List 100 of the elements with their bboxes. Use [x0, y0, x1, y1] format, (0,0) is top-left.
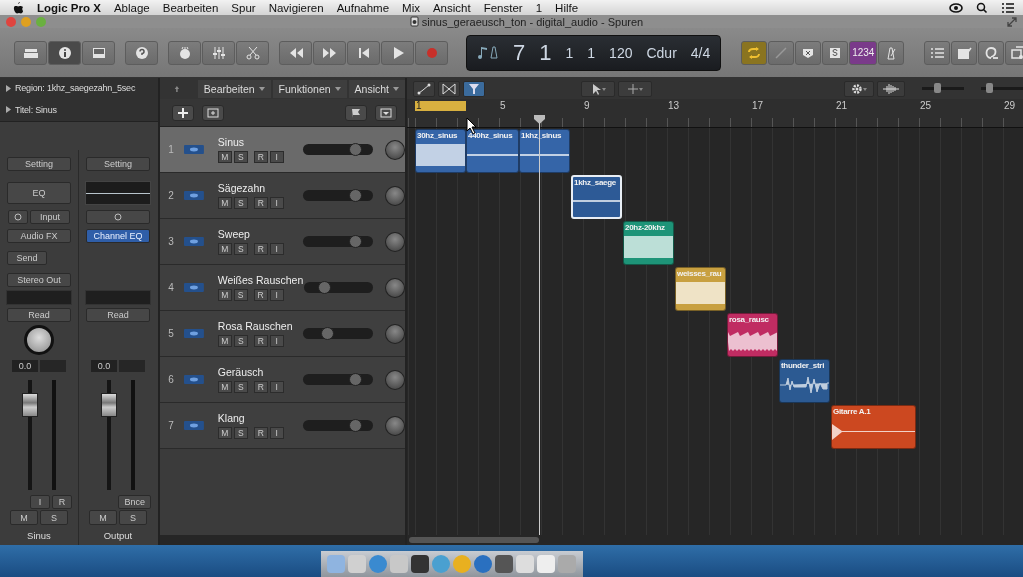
track-button[interactable]: I: [269, 335, 284, 347]
automation-button[interactable]: Read: [7, 307, 71, 322]
rewind-button[interactable]: [279, 40, 312, 65]
track-button[interactable]: R: [253, 381, 268, 393]
track-header[interactable]: 6 Geräusch M S R I: [160, 357, 405, 403]
replace-button[interactable]: [795, 40, 822, 65]
scissors-button[interactable]: [236, 40, 269, 65]
fader-handle[interactable]: [22, 393, 38, 417]
count-in-button[interactable]: 1234: [849, 40, 878, 65]
slider-thumb[interactable]: [934, 83, 941, 93]
app-icon[interactable]: [474, 555, 492, 573]
volume-slider[interactable]: [303, 144, 374, 155]
slider-thumb[interactable]: [349, 143, 363, 156]
track-button[interactable]: S: [233, 243, 248, 255]
apple-menu-icon[interactable]: [12, 1, 24, 14]
strip-button[interactable]: Bnce: [118, 495, 151, 509]
menu-item[interactable]: Hilfe: [555, 1, 579, 14]
audio-region[interactable]: 20hz-20khz: [623, 221, 674, 265]
list-button[interactable]: [924, 40, 951, 65]
cycle-button[interactable]: [741, 40, 768, 65]
menu-item[interactable]: Fenster: [483, 1, 523, 14]
menu-item[interactable]: Aufnahme: [336, 1, 390, 14]
volume-slider[interactable]: [303, 374, 374, 385]
track-button[interactable]: R: [253, 243, 268, 255]
help-button[interactable]: [125, 40, 158, 65]
input-slot[interactable]: Input: [30, 209, 70, 224]
menu-item[interactable]: Ansicht: [432, 1, 471, 14]
track-button[interactable]: S: [233, 427, 248, 439]
start-button[interactable]: [347, 40, 380, 65]
library-button[interactable]: [14, 40, 47, 65]
eq-display[interactable]: [85, 181, 151, 205]
pointer-tool-button[interactable]: [581, 80, 615, 97]
audio-region[interactable]: thunder_stri: [779, 359, 830, 403]
track-button[interactable]: R: [253, 197, 268, 209]
track-header[interactable]: 3 Sweep M S R I: [160, 219, 405, 265]
menu-item[interactable]: Navigieren: [268, 1, 324, 14]
track-header[interactable]: 2 Sägezahn M S R I: [160, 173, 405, 219]
browser-button[interactable]: [1005, 40, 1023, 65]
track-header[interactable]: 5 Rosa Rauschen M S R I: [160, 311, 405, 357]
menu-item[interactable]: Bearbeiten: [162, 1, 219, 14]
track-button[interactable]: R: [253, 335, 268, 347]
strip-button[interactable]: R: [52, 495, 72, 509]
app-icon[interactable]: [495, 555, 513, 573]
inspector-button[interactable]: [48, 40, 81, 65]
app-menu[interactable]: Logic Pro X: [37, 1, 101, 14]
track-header[interactable]: Titel: Sinus: [15, 104, 57, 115]
audio-region[interactable]: rosa_rausc: [727, 313, 778, 357]
track-button[interactable]: M: [217, 381, 232, 393]
strip-button[interactable]: I: [30, 495, 50, 509]
forward-button[interactable]: [313, 40, 346, 65]
slider-thumb[interactable]: [349, 189, 363, 202]
track-name[interactable]: Geräusch: [217, 366, 300, 378]
track-name[interactable]: Sinus: [217, 136, 300, 148]
solo-button[interactable]: S: [40, 510, 68, 525]
volume-slider[interactable]: [303, 282, 374, 293]
track-button[interactable]: R: [253, 427, 268, 439]
menu-item[interactable]: Mix: [402, 1, 420, 14]
add-track-button[interactable]: [172, 104, 194, 121]
track-name[interactable]: Sägezahn: [217, 182, 300, 194]
track-button[interactable]: I: [269, 289, 284, 301]
audio-region[interactable]: 440hz_sinus: [466, 129, 519, 173]
menu-button[interactable]: Funktionen: [272, 79, 347, 98]
track-button[interactable]: I: [269, 197, 284, 209]
pan-knob[interactable]: [24, 325, 54, 355]
track-button[interactable]: M: [217, 151, 232, 163]
metronome-button[interactable]: [878, 40, 905, 65]
plugin-slot[interactable]: Channel EQ: [86, 228, 150, 243]
track-button[interactable]: S: [233, 151, 248, 163]
track-button[interactable]: R: [253, 289, 268, 301]
track-button[interactable]: M: [217, 243, 232, 255]
setting-button[interactable]: Setting: [86, 157, 150, 171]
folder-button[interactable]: [202, 104, 224, 121]
audio-fx-slot[interactable]: Audio FX: [7, 228, 71, 243]
eye-icon[interactable]: [949, 1, 963, 14]
volume-slider[interactable]: [303, 190, 374, 201]
slider-thumb[interactable]: [317, 281, 331, 294]
send-slot[interactable]: Send: [7, 251, 47, 265]
output-slot[interactable]: Stereo Out: [7, 272, 71, 287]
track-button[interactable]: M: [217, 289, 232, 301]
track-button[interactable]: S: [233, 381, 248, 393]
setting-button[interactable]: Setting: [7, 157, 71, 171]
playhead-handle[interactable]: [534, 115, 545, 124]
automation-button[interactable]: Read: [86, 307, 150, 322]
catch-button[interactable]: [463, 80, 485, 97]
slider-thumb[interactable]: [321, 327, 335, 340]
track-button[interactable]: I: [269, 381, 284, 393]
menu-button[interactable]: Ansicht: [348, 79, 405, 98]
input-format-button[interactable]: [8, 209, 28, 224]
waveform-zoom-button[interactable]: [877, 80, 905, 97]
mute-button[interactable]: M: [10, 510, 38, 525]
track-button[interactable]: S: [233, 289, 248, 301]
slider-thumb[interactable]: [986, 83, 993, 93]
eq-slot[interactable]: EQ: [7, 182, 71, 204]
track-button[interactable]: I: [269, 151, 284, 163]
volume-slider[interactable]: [303, 236, 374, 247]
volume-slider[interactable]: [303, 420, 374, 431]
track-button[interactable]: S: [233, 197, 248, 209]
menu-button[interactable]: Bearbeiten: [197, 79, 271, 98]
track-button[interactable]: M: [217, 427, 232, 439]
loops-button[interactable]: [978, 40, 1005, 65]
